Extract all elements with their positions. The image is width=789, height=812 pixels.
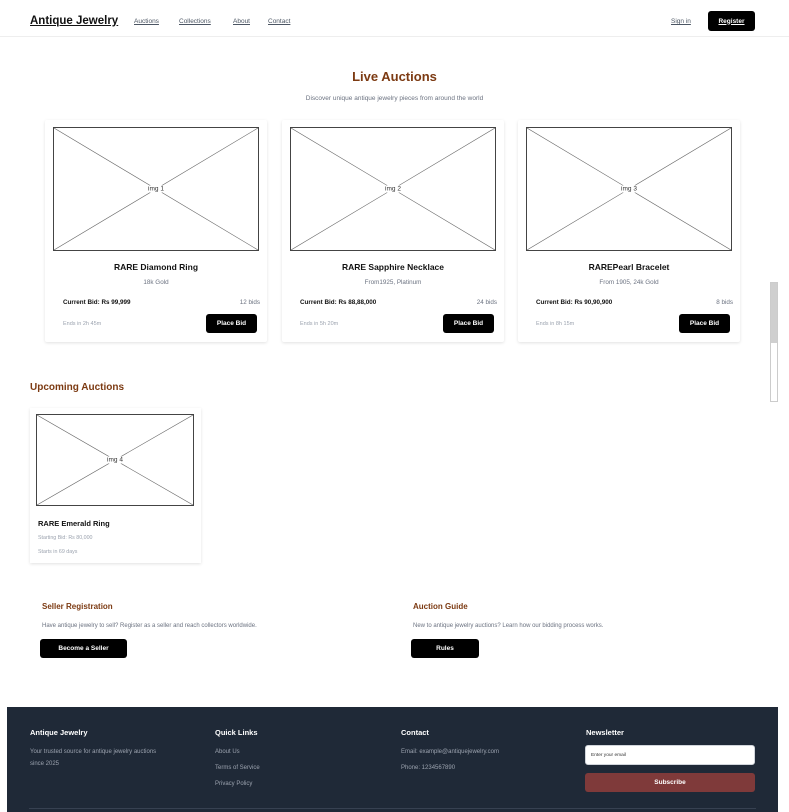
ends-in: Ends in 5h 20m bbox=[300, 321, 339, 327]
bid-count: 8 bids bbox=[716, 299, 733, 306]
item-name: RARE Diamond Ring bbox=[113, 262, 199, 272]
subscribe-button[interactable]: Subscribe bbox=[585, 773, 755, 792]
auction-card: img 1 RARE Diamond Ring 18k Gold Current… bbox=[45, 120, 267, 342]
auction-card: img 2 RARE Sapphire Necklace From1925, P… bbox=[282, 120, 504, 342]
brand-logo[interactable]: Antique Jewelry bbox=[30, 15, 118, 27]
contact-title: Contact bbox=[401, 728, 429, 737]
image-placeholder: img 2 bbox=[290, 127, 496, 251]
item-detail: 18k Gold bbox=[143, 279, 169, 286]
footer-link-about[interactable]: About Us bbox=[215, 747, 240, 757]
image-placeholder: img 1 bbox=[53, 127, 259, 251]
nav-auctions[interactable]: Auctions bbox=[134, 18, 159, 25]
starts-in: Starts in 69 days bbox=[38, 549, 78, 555]
ends-in: Ends in 2h 45m bbox=[63, 321, 102, 327]
footer-link-terms[interactable]: Terms of Service bbox=[215, 763, 260, 773]
place-bid-button[interactable]: Place Bid bbox=[443, 314, 494, 333]
nav-about[interactable]: About bbox=[233, 18, 250, 25]
live-auctions-title: Live Auctions bbox=[352, 69, 437, 84]
site-footer: Antique Jewelry Your trusted source for … bbox=[7, 707, 778, 812]
upcoming-auctions-title: Upcoming Auctions bbox=[30, 382, 125, 393]
current-bid: Current Bid: Rs 99,999 bbox=[63, 299, 131, 306]
contact-phone: Phone: 1234567890 bbox=[401, 765, 456, 771]
footer-brand-text: Your trusted source for antique jewelry … bbox=[30, 749, 157, 755]
live-auctions-subtitle: Discover unique antique jewelry pieces f… bbox=[305, 95, 484, 102]
bid-count: 12 bids bbox=[239, 299, 260, 306]
nav-contact[interactable]: Contact bbox=[268, 18, 290, 25]
site-header: Antique Jewelry Auctions Collections Abo… bbox=[0, 0, 789, 37]
item-name: RARE Emerald Ring bbox=[38, 519, 110, 528]
become-seller-button[interactable]: Become a Seller bbox=[40, 639, 127, 658]
ends-in: Ends in 8h 15m bbox=[536, 321, 575, 327]
place-bid-button[interactable]: Place Bid bbox=[679, 314, 730, 333]
scrollbar-thumb[interactable] bbox=[771, 283, 777, 343]
seller-registration-title: Seller Registration bbox=[42, 602, 113, 611]
upcoming-card: img 4 RARE Emerald Ring Starting Bid: Rs… bbox=[30, 408, 201, 563]
sign-in-link[interactable]: Sign in bbox=[671, 18, 691, 25]
seller-registration-text: Have antique jewelry to sell? Register a… bbox=[42, 623, 257, 629]
nav-collections[interactable]: Collections bbox=[179, 18, 211, 25]
bid-count: 24 bids bbox=[476, 299, 497, 306]
newsletter-title: Newsletter bbox=[586, 728, 624, 737]
item-name: RARE Sapphire Necklace bbox=[341, 262, 445, 272]
newsletter-email-input[interactable]: Enter your email bbox=[585, 745, 755, 765]
auction-guide-title: Auction Guide bbox=[413, 602, 468, 611]
footer-brand-title: Antique Jewelry bbox=[30, 728, 88, 737]
rules-button[interactable]: Rules bbox=[411, 639, 479, 658]
image-label: img 1 bbox=[146, 185, 166, 193]
current-bid: Current Bid: Rs 90,90,900 bbox=[536, 299, 613, 306]
image-label: img 2 bbox=[383, 185, 403, 193]
item-detail: From 1905, 24k Gold bbox=[599, 279, 659, 286]
footer-link-privacy[interactable]: Privacy Policy bbox=[215, 779, 252, 789]
scrollbar[interactable] bbox=[770, 282, 778, 402]
item-detail: From1925, Platinum bbox=[364, 279, 422, 286]
register-button[interactable]: Register bbox=[708, 11, 755, 31]
item-name: RAREPearl Bracelet bbox=[588, 262, 670, 272]
image-label: img 4 bbox=[105, 456, 125, 464]
current-bid: Current Bid: Rs 88,88,000 bbox=[300, 299, 377, 306]
quick-links-title: Quick Links bbox=[215, 728, 258, 737]
contact-email: Email: example@antiquejewelry.com bbox=[401, 749, 500, 755]
image-placeholder: img 3 bbox=[526, 127, 732, 251]
auction-guide-text: New to antique jewelry auctions? Learn h… bbox=[413, 623, 604, 629]
footer-divider bbox=[29, 808, 756, 809]
footer-brand-text: since 2025 bbox=[30, 761, 60, 767]
image-label: img 3 bbox=[619, 185, 639, 193]
starting-bid: Starting Bid: Rs 80,000 bbox=[38, 535, 93, 541]
place-bid-button[interactable]: Place Bid bbox=[206, 314, 257, 333]
image-placeholder: img 4 bbox=[36, 414, 194, 506]
auction-card: img 3 RAREPearl Bracelet From 1905, 24k … bbox=[518, 120, 740, 342]
